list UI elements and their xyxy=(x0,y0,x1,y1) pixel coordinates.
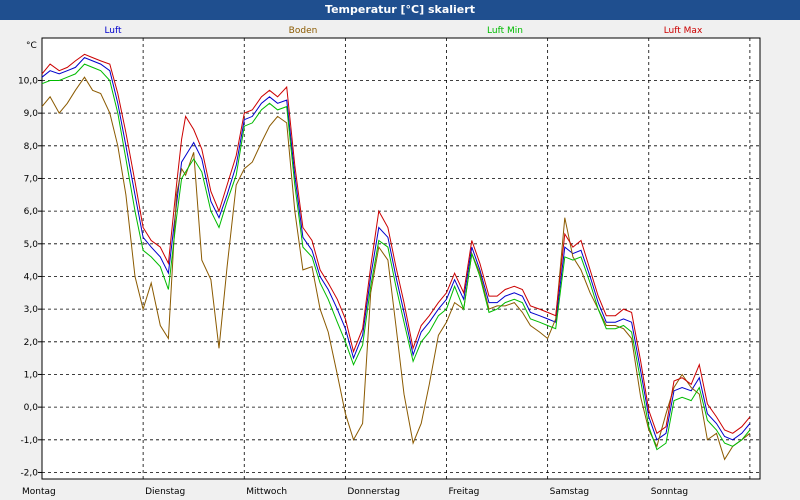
y-tick-label: -1,0 xyxy=(20,436,38,446)
y-tick-label: 3,0 xyxy=(24,305,39,315)
legend-entry-luft-max: Luft Max xyxy=(664,26,703,36)
x-tick-day: Dienstag xyxy=(145,487,185,497)
legend-entry-luft: Luft xyxy=(104,26,122,36)
y-tick-label: 2,0 xyxy=(24,338,39,348)
x-tick-day: Montag xyxy=(22,487,56,497)
x-axis-ticks: Montag29.01.18Dienstag30.01.18Mittwoch31… xyxy=(22,487,688,497)
legend: Luft Boden Luft Min Luft Max xyxy=(104,26,703,36)
x-tick-day: Freitag xyxy=(449,487,480,497)
y-tick-label: 6,0 xyxy=(24,207,39,217)
y-tick-label: 5,0 xyxy=(24,240,39,250)
x-tick-day: Samstag xyxy=(550,487,589,497)
chart-title: Temperatur [°C] skaliert xyxy=(0,0,800,20)
x-tick-day: Donnerstag xyxy=(347,487,400,497)
y-tick-label: 10,0 xyxy=(18,76,38,86)
y-tick-label: 4,0 xyxy=(24,272,39,282)
y-tick-label: -2,0 xyxy=(20,468,38,478)
y-axis-ticks: 10,0 9,0 8,0 7,0 6,0 5,0 4,0 3,0 2,0 1,0 0,0 -1,0 -2… xyxy=(18,76,42,478)
legend-entry-boden: Boden xyxy=(289,26,318,36)
y-tick-label: 1,0 xyxy=(24,370,39,380)
y-tick-label: 9,0 xyxy=(24,109,39,119)
x-tick-day: Sonntag xyxy=(651,487,688,497)
y-tick-label: 8,0 xyxy=(24,142,39,152)
x-tick-day: Mittwoch xyxy=(246,487,287,497)
chart-window: { "window": { "title": "Temperatur [°C] … xyxy=(0,0,800,500)
y-tick-label: 7,0 xyxy=(24,174,39,184)
legend-entry-luft-min: Luft Min xyxy=(487,26,523,36)
temperature-chart: 10,0 9,0 8,0 7,0 6,0 5,0 4,0 3,0 2,0 1,0 0,0 -1,0 -2… xyxy=(18,26,761,497)
y-tick-label: 0,0 xyxy=(24,403,39,413)
y-axis-label: °C xyxy=(26,41,37,51)
plot-background xyxy=(41,37,761,480)
